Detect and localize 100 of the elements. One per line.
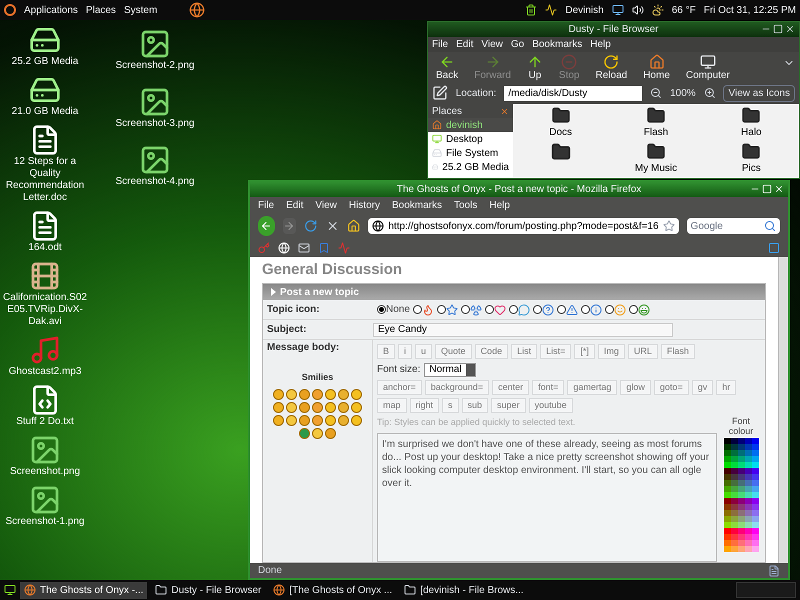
monitor-icon[interactable] bbox=[612, 4, 624, 16]
heart-icon[interactable] bbox=[494, 304, 506, 316]
location-field[interactable]: /media/disk/Dusty bbox=[504, 86, 642, 100]
taskbar-button[interactable]: [The Ghosts of Onyx ... bbox=[269, 582, 396, 598]
sidebar-item[interactable]: devinish bbox=[428, 118, 513, 132]
panel-user[interactable]: Devinish bbox=[565, 2, 604, 18]
globe-icon[interactable] bbox=[189, 2, 206, 18]
radio-button[interactable] bbox=[580, 305, 590, 314]
menu-item[interactable]: History bbox=[348, 198, 380, 212]
folder-label[interactable]: My Music bbox=[634, 161, 678, 176]
logo-icon[interactable] bbox=[4, 4, 16, 16]
color-palette[interactable] bbox=[724, 438, 758, 552]
pulse-icon[interactable] bbox=[545, 4, 558, 16]
house-icon[interactable] bbox=[346, 218, 360, 234]
format-button[interactable]: sub bbox=[462, 398, 488, 413]
trash-icon[interactable] bbox=[525, 4, 538, 16]
sidebar-item[interactable]: 25.2 GB Media bbox=[428, 160, 513, 174]
format-button[interactable]: [*] bbox=[574, 344, 595, 359]
radio-button[interactable] bbox=[460, 305, 470, 314]
sidebar-item[interactable]: Desktop bbox=[428, 132, 513, 146]
weather-icon[interactable] bbox=[652, 4, 664, 16]
panel-clock[interactable]: Fri Oct 31, 12:25 PM bbox=[704, 2, 796, 18]
panel-menu[interactable]: Applications bbox=[24, 2, 78, 18]
folder-label[interactable]: Flash bbox=[644, 125, 668, 140]
taskbar-button[interactable]: Dusty - File Browser bbox=[151, 582, 266, 598]
message-field[interactable]: I'm surprised we don't have one of these already, seeing as most forums do... Post up your desktop! Take a nice pretty screenshot showing off your slick looking computer desktop environment. I'll start, so you can all ogle over it. bbox=[377, 432, 717, 562]
image-thumbnail-icon[interactable] bbox=[29, 484, 61, 516]
desktop-icon-label[interactable]: Californication.S02E05.TVRip.DivX-Dak.avi bbox=[2, 292, 88, 328]
format-button[interactable]: hr bbox=[716, 380, 736, 395]
image-thumbnail-icon[interactable] bbox=[29, 434, 61, 466]
subject-field[interactable]: Eye Candy bbox=[373, 322, 673, 336]
square-icon[interactable] bbox=[768, 242, 780, 254]
desktop-icon-label[interactable]: Screenshot-1.png bbox=[2, 516, 88, 528]
radio-label[interactable]: None bbox=[386, 302, 410, 317]
format-button[interactable]: glow bbox=[620, 380, 651, 395]
menu-item[interactable]: View bbox=[315, 198, 337, 212]
sidebar-item[interactable]: File System bbox=[428, 146, 513, 160]
format-button[interactable]: youtube bbox=[528, 398, 573, 413]
zoom-in-icon[interactable] bbox=[704, 87, 716, 99]
scrollbar[interactable] bbox=[778, 257, 788, 563]
folder-icon[interactable] bbox=[550, 142, 571, 162]
toolbar-button[interactable]: Reload bbox=[592, 54, 632, 81]
radio-button[interactable] bbox=[484, 305, 494, 314]
close-icon[interactable] bbox=[785, 24, 795, 34]
desktop-icon-label[interactable]: 164.odt bbox=[2, 242, 88, 254]
desktop-icon-label[interactable]: Screenshot-2.png bbox=[112, 60, 198, 72]
image-thumbnail-icon[interactable] bbox=[139, 28, 171, 60]
format-button[interactable]: URL bbox=[628, 344, 658, 359]
radio-button[interactable] bbox=[628, 305, 638, 314]
desktop-icon-label[interactable]: Screenshot-3.png bbox=[112, 118, 198, 130]
desktop-icon-label[interactable]: 12 Steps for a Quality Recommendation Letter.doc bbox=[2, 156, 88, 204]
format-button[interactable]: Flash bbox=[660, 344, 695, 359]
maximize-icon[interactable] bbox=[773, 24, 783, 34]
toolbar-button[interactable]: Up bbox=[522, 54, 547, 81]
mail-icon[interactable] bbox=[298, 242, 310, 254]
edit-location-icon[interactable] bbox=[432, 85, 448, 101]
format-button[interactable]: Code bbox=[474, 344, 508, 359]
show-desktop-icon[interactable] bbox=[4, 584, 16, 596]
reload-icon[interactable] bbox=[304, 218, 318, 234]
search-field[interactable]: Google bbox=[686, 218, 780, 234]
menu-item[interactable]: Bookmarks bbox=[532, 37, 582, 52]
format-button[interactable]: font= bbox=[532, 380, 564, 395]
format-button[interactable]: u bbox=[415, 344, 432, 359]
folder-icon[interactable] bbox=[741, 142, 762, 161]
workspace-switcher[interactable] bbox=[736, 582, 796, 598]
warning-icon[interactable] bbox=[566, 304, 578, 316]
format-button[interactable]: anchor= bbox=[377, 380, 422, 395]
toolbar-button[interactable]: Computer bbox=[682, 54, 734, 81]
format-button[interactable]: gamertag bbox=[567, 380, 618, 395]
folder-icon[interactable] bbox=[646, 142, 666, 161]
menu-item[interactable]: Tools bbox=[454, 198, 478, 212]
info-icon[interactable] bbox=[590, 304, 602, 316]
radio-button[interactable] bbox=[412, 305, 422, 314]
format-button[interactable]: right bbox=[410, 398, 440, 413]
image-thumbnail-icon[interactable] bbox=[139, 86, 171, 118]
film-thumbnail-icon[interactable] bbox=[29, 260, 61, 292]
toolbar-button[interactable]: Back bbox=[432, 54, 462, 81]
format-button[interactable]: background= bbox=[424, 380, 490, 395]
desktop-icon-label[interactable]: Ghostcast2.mp3 bbox=[2, 366, 88, 378]
panel-menu[interactable]: Places bbox=[86, 2, 116, 18]
menu-item[interactable]: Edit bbox=[286, 198, 304, 212]
format-button[interactable]: center bbox=[492, 380, 530, 395]
menu-item[interactable]: Help bbox=[489, 198, 510, 212]
desktop-icon-label[interactable]: Screenshot.png bbox=[2, 466, 88, 478]
menu-item[interactable]: Help bbox=[590, 37, 611, 52]
folder-icon[interactable] bbox=[646, 106, 666, 125]
menu-item[interactable]: File bbox=[258, 198, 274, 212]
menu-item[interactable]: Edit bbox=[456, 37, 474, 52]
radio-button[interactable] bbox=[556, 305, 566, 314]
speaker-icon[interactable] bbox=[632, 4, 644, 16]
format-button[interactable]: map bbox=[377, 398, 407, 413]
desktop-icon-label[interactable]: 21.0 GB Media bbox=[2, 106, 88, 118]
format-button[interactable]: super bbox=[491, 398, 526, 413]
menu-item[interactable]: File bbox=[432, 37, 448, 52]
format-button[interactable]: List bbox=[511, 344, 538, 359]
menu-item[interactable]: Go bbox=[510, 37, 524, 52]
format-button[interactable]: goto= bbox=[654, 380, 689, 395]
folder-label[interactable]: Halo bbox=[741, 125, 762, 140]
panel-menu[interactable]: System bbox=[124, 2, 158, 18]
desktop-icon-label[interactable]: 25.2 GB Media bbox=[2, 56, 88, 68]
